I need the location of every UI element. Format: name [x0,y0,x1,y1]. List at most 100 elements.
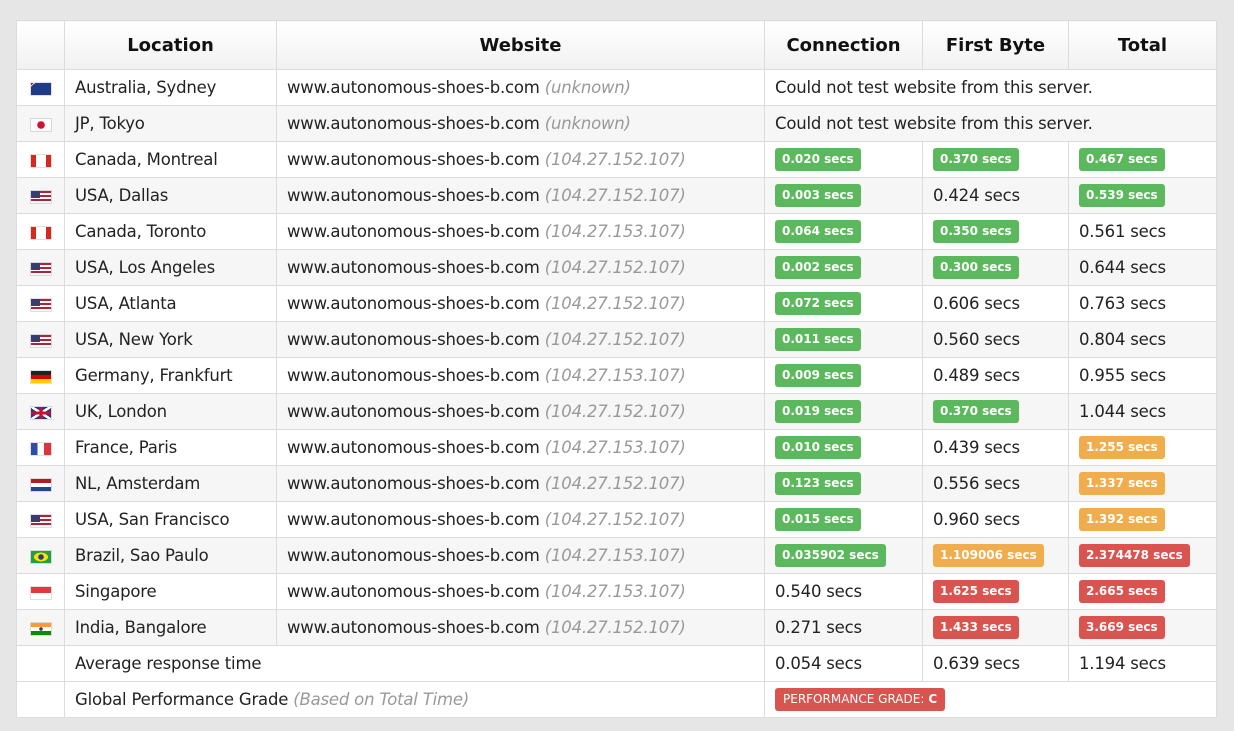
total-badge: 2.374478 secs [1079,544,1190,567]
flag-cell [16,105,65,142]
table-row: USA, Los Angeles www.autonomous-shoes-b.c… [16,249,1217,286]
location-cell: JP, Tokyo [64,105,277,142]
location-cell: Canada, Toronto [64,213,277,250]
flag-cell [16,285,65,322]
grade-flag-cell [16,681,65,718]
grade-badge-cell: PERFORMANCE GRADE: C [764,681,1217,718]
website-host: www.autonomous-shoes-b.com [287,438,540,457]
total-value: 0.644 secs [1079,258,1166,277]
flag-cell [16,609,65,646]
grade-label-cell: Global Performance Grade (Based on Total… [64,681,765,718]
connection-badge: 0.009 secs [775,364,861,387]
canada-flag-icon [30,154,51,167]
total-cell: 1.392 secs [1068,501,1217,538]
header-website: Website [276,20,765,70]
location-cell: USA, Atlanta [64,285,277,322]
table-row: USA, New York www.autonomous-shoes-b.com … [16,321,1217,358]
first-byte-value: 0.439 secs [933,438,1020,457]
connection-cell: 0.002 secs [764,249,923,286]
grade-note: (Based on Total Time) [293,690,470,709]
results-panel: Location Website Connection First Byte T… [16,20,1217,718]
flag-cell [16,501,65,538]
flag-cell [16,249,65,286]
website-ip: (unknown) [544,114,631,133]
total-cell: 0.644 secs [1068,249,1217,286]
total-badge: 2.665 secs [1079,580,1165,603]
grade-label: Global Performance Grade [75,690,289,709]
total-badge: 0.539 secs [1079,184,1165,207]
website-host: www.autonomous-shoes-b.com [287,510,540,529]
website-ip: (104.27.152.107) [544,618,686,637]
website-ip: (104.27.152.107) [544,402,686,421]
connection-value: 0.540 secs [775,582,862,601]
website-host: www.autonomous-shoes-b.com [287,330,540,349]
connection-value: 0.271 secs [775,618,862,637]
total-cell: 1.044 secs [1068,393,1217,430]
location-cell: USA, Los Angeles [64,249,277,286]
table-row: France, Paris www.autonomous-shoes-b.com … [16,429,1217,466]
table-row: Germany, Frankfurt www.autonomous-shoes-b… [16,357,1217,394]
connection-badge: 0.011 secs [775,328,861,351]
total-cell: 0.763 secs [1068,285,1217,322]
header-first-byte: First Byte [922,20,1069,70]
website-ip: (104.27.152.107) [544,258,686,277]
website-ip: (104.27.152.107) [544,294,686,313]
first-byte-value: 0.960 secs [933,510,1020,529]
website-host: www.autonomous-shoes-b.com [287,150,540,169]
first-byte-badge: 0.370 secs [933,400,1019,423]
first-byte-badge: 1.109006 secs [933,544,1044,567]
table-row: Canada, Montreal www.autonomous-shoes-b.c… [16,141,1217,178]
website-host: www.autonomous-shoes-b.com [287,618,540,637]
flag-cell [16,357,65,394]
uk-flag-icon [30,406,51,419]
header-total: Total [1068,20,1217,70]
table-row: Singapore www.autonomous-shoes-b.com (104… [16,573,1217,610]
table-row: India, Bangalore www.autonomous-shoes-b.c… [16,609,1217,646]
website-ip: (104.27.152.107) [544,330,686,349]
website-cell: www.autonomous-shoes-b.com (104.27.153.1… [276,357,765,394]
first-byte-badge: 0.300 secs [933,256,1019,279]
japan-flag-icon [30,118,51,131]
website-ip: (104.27.152.107) [544,474,686,493]
website-cell: www.autonomous-shoes-b.com (104.27.153.1… [276,213,765,250]
first-byte-value: 0.606 secs [933,294,1020,313]
grade-row: Global Performance Grade (Based on Total… [16,681,1217,718]
connection-badge: 0.002 secs [775,256,861,279]
website-cell: www.autonomous-shoes-b.com (104.27.152.1… [276,321,765,358]
flag-cell [16,393,65,430]
first-byte-cell: 1.625 secs [922,573,1069,610]
table-row: Australia, Sydney www.autonomous-shoes-b.… [16,69,1217,106]
location-cell: USA, San Francisco [64,501,277,538]
connection-cell: 0.072 secs [764,285,923,322]
total-cell: 1.255 secs [1068,429,1217,466]
website-ip: (104.27.153.107) [544,222,686,241]
total-value: 0.955 secs [1079,366,1166,385]
speed-test-results-table: Location Website Connection First Byte T… [16,20,1217,718]
first-byte-badge: 1.433 secs [933,616,1019,639]
first-byte-badge: 0.370 secs [933,148,1019,171]
website-ip: (104.27.153.107) [544,582,686,601]
australia-flag-icon [30,82,51,95]
singapore-flag-icon [30,586,51,599]
total-cell: 0.955 secs [1068,357,1217,394]
location-cell: Australia, Sydney [64,69,277,106]
connection-cell: 0.123 secs [764,465,923,502]
error-message: Could not test website from this server. [764,69,1217,106]
first-byte-cell: 0.606 secs [922,285,1069,322]
total-badge: 1.255 secs [1079,436,1165,459]
first-byte-cell: 0.350 secs [922,213,1069,250]
website-ip: (unknown) [544,78,631,97]
flag-cell [16,69,65,106]
website-host: www.autonomous-shoes-b.com [287,222,540,241]
location-cell: Canada, Montreal [64,141,277,178]
website-ip: (104.27.152.107) [544,510,686,529]
total-cell: 0.539 secs [1068,177,1217,214]
website-host: www.autonomous-shoes-b.com [287,546,540,565]
location-cell: France, Paris [64,429,277,466]
location-cell: USA, New York [64,321,277,358]
website-cell: www.autonomous-shoes-b.com (unknown) [276,105,765,142]
india-flag-icon [30,622,51,635]
first-byte-cell: 0.370 secs [922,393,1069,430]
location-cell: Singapore [64,573,277,610]
total-cell: 0.804 secs [1068,321,1217,358]
